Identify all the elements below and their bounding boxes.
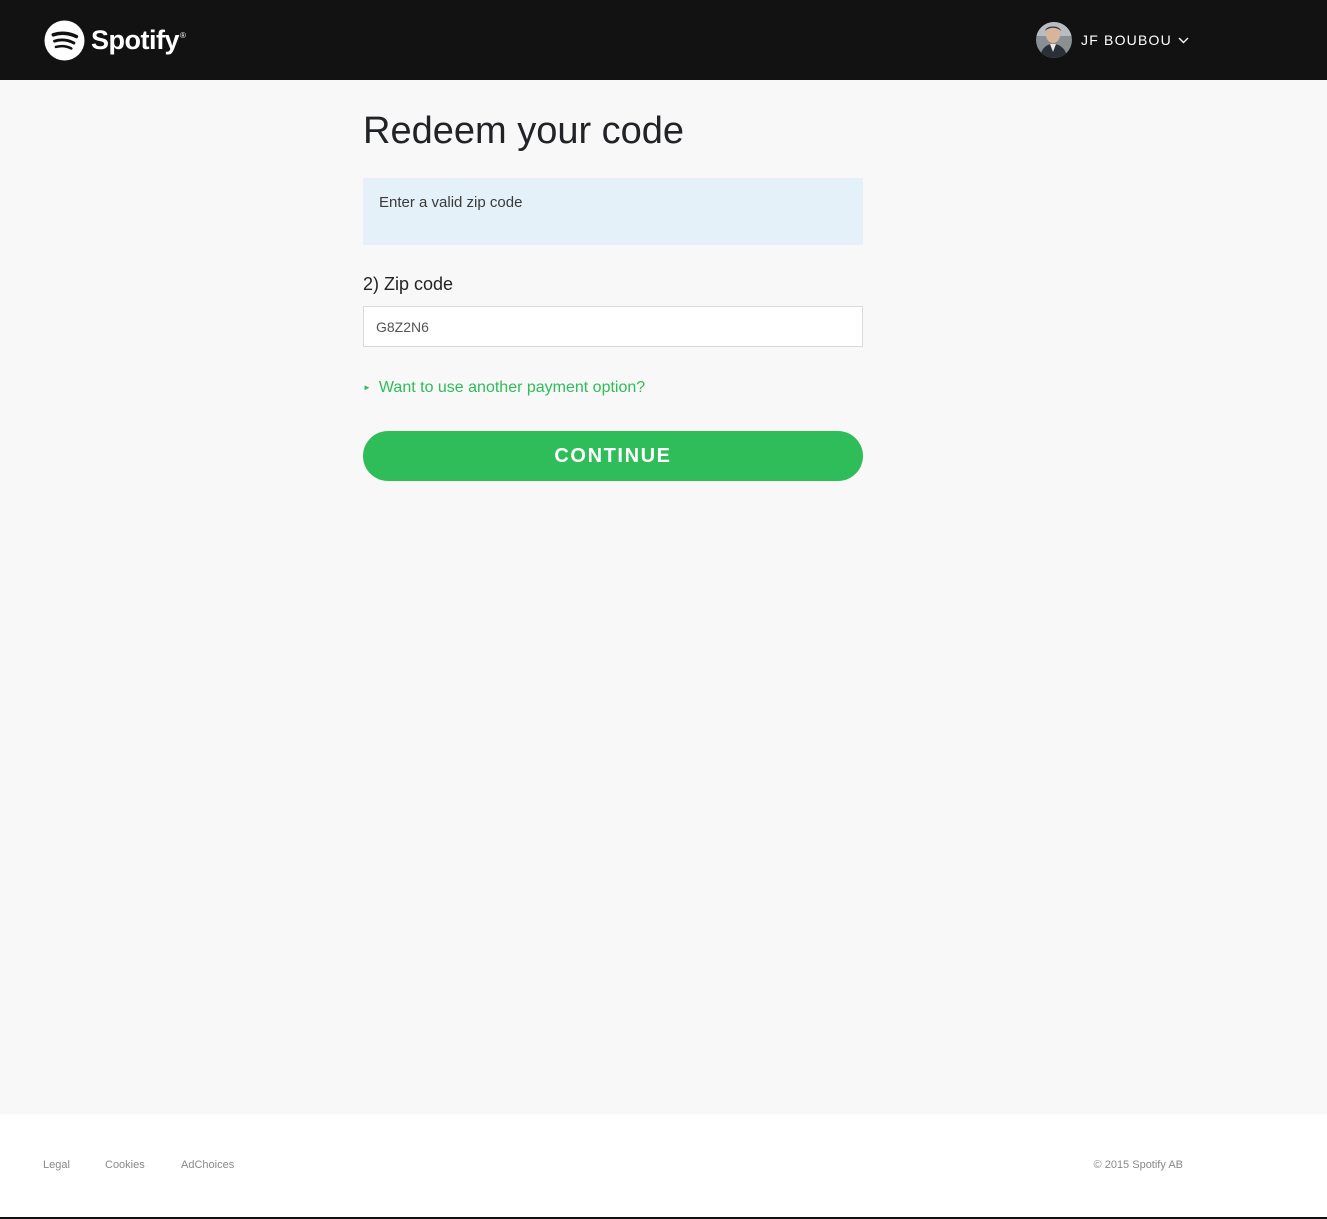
spotify-wordmark: Spotify (91, 25, 180, 55)
footer-link-adchoices[interactable]: AdChoices (181, 1158, 234, 1172)
top-nav-bar: Spotify ® JF BOUBOU (0, 0, 1327, 80)
zip-code-input[interactable] (363, 306, 863, 347)
alt-payment-label: Want to use another payment option? (378, 379, 646, 396)
chevron-down-icon (1178, 37, 1189, 43)
continue-button[interactable]: CONTINUE (363, 431, 863, 481)
spotify-icon (44, 19, 85, 61)
spotify-logo-link[interactable]: Spotify ® (44, 19, 186, 61)
alt-payment-link[interactable]: ► Want to use another payment option? (363, 377, 645, 399)
page-title: Redeem your code (363, 110, 685, 152)
user-avatar (1036, 22, 1072, 58)
copyright-text: © 2015 Spotify AB (1093, 1159, 1183, 1171)
zip-code-label: 2) Zip code (363, 274, 454, 294)
validation-notice: Enter a valid zip code (363, 178, 863, 245)
user-menu-toggle[interactable]: JF BOUBOU (1036, 22, 1189, 58)
caret-right-icon: ► (363, 383, 371, 392)
registered-mark: ® (180, 31, 186, 40)
user-name: JF BOUBOU (1081, 32, 1172, 48)
footer-link-legal[interactable]: Legal (43, 1158, 70, 1172)
footer-link-cookies[interactable]: Cookies (105, 1158, 145, 1172)
